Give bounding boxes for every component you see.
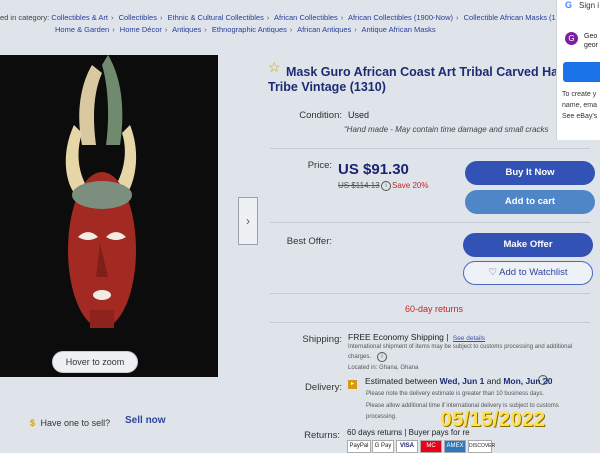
listing-title: Mask Guro African Coast Art Tribal Carve… [268,65,598,95]
buy-it-now-button[interactable]: Buy It Now [465,161,595,185]
breadcrumb-link[interactable]: Collectible African Masks (1900 [464,13,560,22]
mask-image [65,55,137,328]
mastercard-badge: MC [420,440,442,453]
popup-title: Sign i [579,1,600,10]
listing-title-line-2: Tribe Vintage (1310) [268,80,386,94]
breadcrumb-link[interactable]: African Collectibles (1900-Now) [348,13,453,22]
hover-to-zoom-label: Hover to zoom [52,351,138,373]
add-to-cart-button[interactable]: Add to cart [465,190,595,214]
listing-title-line-1: Mask Guro African Coast Art Tribal Carve… [286,65,589,79]
divider [270,322,590,323]
price-value: US $91.30 [338,161,409,178]
shipping-method: FREE Economy Shipping | [348,332,449,342]
discover-badge: DISCOVER [468,440,495,453]
condition-value: Used [348,110,370,120]
info-icon[interactable]: i [381,181,391,191]
shipping-value: FREE Economy Shipping | See details [348,332,485,342]
account-info[interactable]: Geo geor [584,32,598,50]
popup-text: To create y name, ema See eBay's [562,89,597,122]
divider [270,293,590,294]
shipping-location: Located in: Ghana, Ghana [348,365,419,371]
avatar[interactable]: G [565,32,578,45]
google-icon: G [565,0,573,10]
delivery-icon: ▸ [348,380,357,389]
see-details-link[interactable]: See details [453,335,485,342]
popup-text-line-3: See eBay's [562,113,598,120]
divider [270,222,590,223]
delivery-date-start: Wed, Jun 1 [439,376,485,386]
gpay-badge: G Pay [372,440,394,453]
popup-text-line-1: To create y [562,91,597,98]
date-stamp: 05/15/2022 [440,408,546,431]
save-percent: Save 20% [392,181,429,190]
popup-text-line-2: name, ema [562,102,598,109]
delivery-note-3: processing. [366,414,397,420]
breadcrumb-link[interactable]: Collectibles [119,13,157,22]
breadcrumb-link[interactable]: Antiques [172,25,201,34]
shipping-label: Shipping: [302,334,342,345]
breadcrumb-link[interactable]: Ethnographic Antiques [212,25,287,34]
chevron-right-icon[interactable]: › [238,197,258,245]
breadcrumb-link[interactable]: Antique African Masks [361,25,435,34]
account-name: Geo [584,33,598,40]
breadcrumb-link[interactable]: Home & Garden [55,25,109,34]
breadcrumb-row-1: ed in category: Collectibles & Art › Coll… [0,12,560,24]
breadcrumb-link[interactable]: Home Décor [120,25,162,34]
breadcrumb-label: ed in category: [0,13,50,22]
sell-prompt-text: Have one to sell? [40,418,111,428]
info-icon[interactable]: i [538,375,548,385]
shipping-note-2: charges. [348,354,372,360]
delivery-estimate: Estimated between Wed, Jun 1 and Mon, Ju… [365,376,552,386]
breadcrumb-link[interactable]: Ethnic & Cultural Collectibles [168,13,264,22]
delivery-label: Delivery: [305,382,342,393]
best-offer-label: Best Offer: [286,236,332,247]
amex-badge: AMEX [444,440,466,453]
shipping-note-1: International shipment of items may be s… [348,344,573,350]
returns-label: Returns: [304,430,340,441]
account-email: geor [584,42,599,49]
add-to-watchlist-button[interactable]: ♡ Add to Watchlist [463,261,593,285]
add-to-watchlist-label: Add to Watchlist [499,267,568,278]
sell-prompt: $ Have one to sell? [30,418,110,428]
info-icon[interactable]: i [377,352,387,362]
price-label: Price: [307,160,332,171]
make-offer-button[interactable]: Make Offer [463,233,593,257]
delivery-and: and [486,376,501,386]
returns-highlight: 60-day returns [405,304,464,314]
condition-label: Condition: [299,110,342,121]
paypal-badge: PayPal [347,440,371,453]
breadcrumb-link[interactable]: Collectibles & Art [51,13,108,22]
delivery-prefix: Estimated between [365,376,438,386]
breadcrumb: ed in category: Collectibles & Art › Coll… [0,12,560,36]
original-price: US $114.13 [338,181,380,190]
divider [270,148,590,149]
breadcrumb-link[interactable]: African Collectibles [274,13,338,22]
breadcrumb-row-2: Home & Garden › Home Décor › Antiques › Eth… [55,25,436,34]
heart-icon: ♡ [488,267,498,278]
continue-button[interactable] [563,62,600,82]
visa-badge: VISA [396,440,418,453]
dollar-icon: $ [30,418,36,428]
google-signin-popup: G Sign i G Geo geor To create y name, em… [556,0,600,140]
sell-now-link[interactable]: Sell now [125,415,166,426]
product-image-panel[interactable] [0,55,218,377]
delivery-note-1: Please note the delivery estimate is gre… [366,391,545,397]
breadcrumb-link[interactable]: African Antiques [297,25,351,34]
condition-note: “Hand made - May contain time damage and… [344,125,549,134]
